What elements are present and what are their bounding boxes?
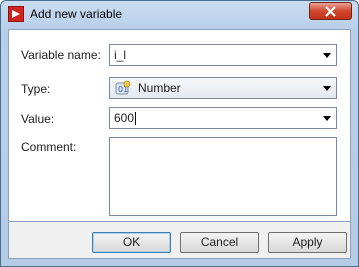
value-input-text: 600 bbox=[114, 111, 135, 125]
variable-name-combobox[interactable]: i_l bbox=[109, 44, 337, 66]
value-combobox[interactable]: 600 bbox=[109, 107, 337, 129]
dialog-window: Add new variable Variable name: i_l Type… bbox=[0, 0, 359, 267]
comment-textarea[interactable] bbox=[109, 137, 337, 216]
apply-button[interactable]: Apply bbox=[268, 232, 347, 253]
type-value: Number bbox=[138, 81, 181, 95]
form-panel: Variable name: i_l Type: 01 Number Value… bbox=[8, 29, 351, 222]
dialog-title: Add new variable bbox=[30, 7, 123, 21]
variable-name-value: i_l bbox=[114, 48, 127, 62]
text-caret bbox=[135, 112, 136, 125]
close-button[interactable] bbox=[309, 2, 352, 20]
comment-label: Comment: bbox=[21, 140, 77, 154]
variable-name-label: Variable name: bbox=[21, 48, 101, 62]
chevron-down-icon[interactable] bbox=[323, 53, 331, 58]
type-dropdown[interactable]: 01 Number bbox=[109, 77, 337, 99]
title-bar[interactable]: Add new variable bbox=[1, 1, 358, 27]
type-label: Type: bbox=[21, 82, 51, 96]
close-icon bbox=[325, 6, 336, 17]
button-bar: OK Cancel Apply bbox=[8, 222, 351, 259]
value-label: Value: bbox=[21, 112, 55, 126]
chevron-down-icon[interactable] bbox=[323, 116, 331, 121]
ok-button[interactable]: OK bbox=[92, 232, 171, 253]
cancel-button[interactable]: Cancel bbox=[180, 232, 259, 253]
chevron-down-icon[interactable] bbox=[323, 86, 331, 91]
app-logo-icon bbox=[8, 6, 24, 22]
number-type-icon: 01 bbox=[115, 80, 131, 95]
